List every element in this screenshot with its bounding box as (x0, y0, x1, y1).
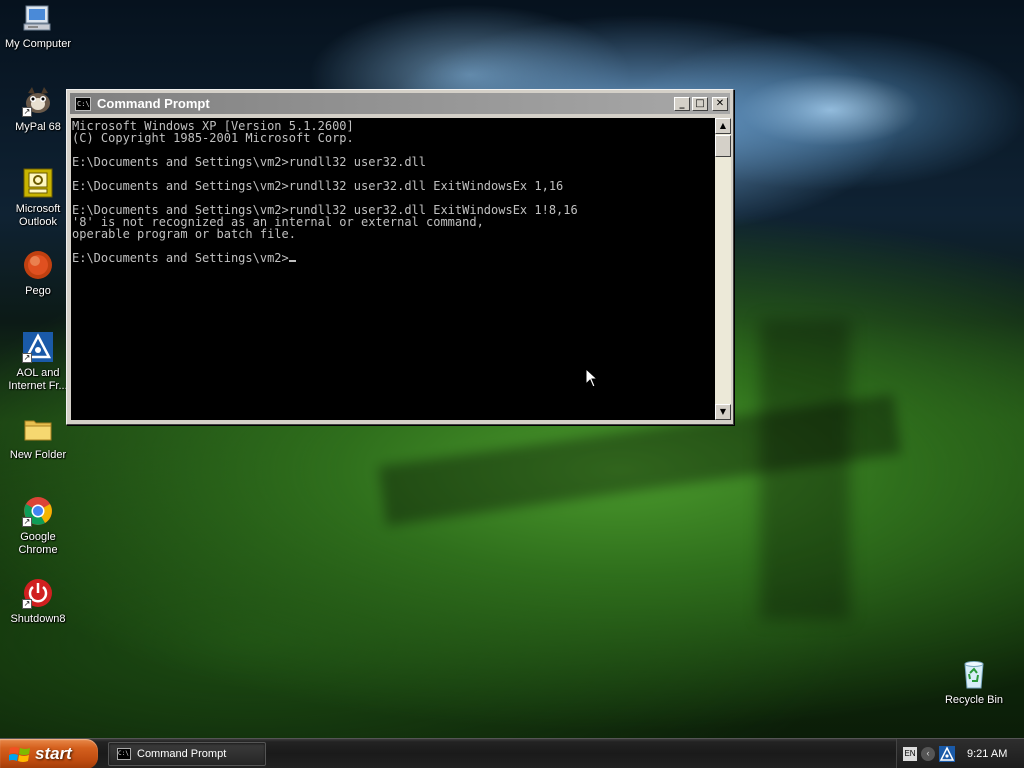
desktop-icon-aol[interactable]: ↗ AOL and Internet Fr... (0, 331, 76, 393)
minimize-button[interactable]: _ (674, 96, 690, 111)
close-button[interactable]: ✕ (712, 96, 728, 111)
window-controls: _ □ ✕ (672, 96, 728, 111)
desktop-icon-mypal[interactable]: ↗ MyPal 68 (0, 85, 76, 134)
recycle-bin-icon (958, 658, 990, 690)
desktop-icon-label: Google Chrome (18, 531, 58, 556)
aol-tray-icon[interactable] (939, 746, 955, 762)
command-prompt-window[interactable]: C:\ Command Prompt _ □ ✕ Microsoft Windo… (66, 89, 734, 425)
power-icon: ↗ (22, 577, 54, 609)
console-line: E:\Documents and Settings\vm2>rundll32 u… (72, 179, 564, 193)
cmd-icon: C:\ (117, 748, 131, 760)
console-line: operable program or batch file. (72, 227, 296, 241)
desktop-icon-label: MyPal 68 (15, 121, 61, 133)
scroll-down-button[interactable]: ▼ (715, 404, 731, 420)
desktop-icon-outlook[interactable]: Microsoft Outlook (0, 167, 76, 229)
desktop-icon-label: Microsoft Outlook (15, 203, 61, 228)
desktop-icon-label: My Computer (4, 38, 72, 50)
aol-icon: ↗ (22, 331, 54, 363)
wallpaper-shadow (760, 320, 850, 620)
shortcut-arrow-icon: ↗ (22, 353, 32, 363)
text-cursor (288, 260, 296, 262)
window-titlebar[interactable]: C:\ Command Prompt _ □ ✕ (70, 93, 730, 114)
chrome-icon: ↗ (22, 495, 54, 527)
outlook-icon (22, 167, 54, 199)
shortcut-arrow-icon: ↗ (22, 517, 32, 527)
desktop-icon-pego[interactable]: Pego (0, 249, 76, 298)
mouse-pointer-icon (586, 369, 598, 388)
console-output[interactable]: Microsoft Windows XP [Version 5.1.2600] … (71, 118, 715, 420)
shortcut-arrow-icon: ↗ (22, 107, 32, 117)
desktop-icon-label: Shutdown8 (10, 613, 66, 625)
vertical-scrollbar[interactable]: ▲ ▼ (715, 118, 731, 420)
taskbar: start C:\ Command Prompt EN ‹ 9:21 AM (0, 738, 1024, 768)
my-computer-icon (22, 2, 54, 34)
taskbar-button-label: Command Prompt (137, 748, 227, 760)
system-tray: EN ‹ 9:21 AM (896, 739, 1024, 768)
desktop-icon-label: AOL and Internet Fr... (8, 367, 68, 392)
start-button[interactable]: start (0, 739, 98, 768)
folder-icon (22, 413, 54, 445)
desktop-icon-label: New Folder (9, 449, 67, 461)
console-line: (C) Copyright 1985-2001 Microsoft Corp. (72, 131, 354, 145)
windows-flag-icon (9, 747, 30, 762)
desktop-icon-chrome[interactable]: ↗ Google Chrome (0, 495, 76, 557)
prompt-text: E:\Documents and Settings\vm2> (72, 251, 289, 265)
desktop-icon-new-folder[interactable]: New Folder (0, 413, 76, 462)
start-label: start (35, 744, 72, 763)
scroll-up-button[interactable]: ▲ (715, 118, 731, 134)
console-line: E:\Documents and Settings\vm2>rundll32 u… (72, 155, 427, 169)
desktop-icon-shutdown8[interactable]: ↗ Shutdown8 (0, 577, 76, 626)
window-title: Command Prompt (97, 96, 210, 111)
cmd-icon[interactable]: C:\ (75, 96, 91, 111)
shortcut-arrow-icon: ↗ (22, 599, 32, 609)
taskbar-button-command-prompt[interactable]: C:\ Command Prompt (108, 742, 266, 766)
desktop-icon-my-computer[interactable]: My Computer (0, 2, 76, 51)
language-indicator[interactable]: EN (903, 747, 917, 761)
scroll-thumb[interactable] (715, 135, 731, 157)
clock[interactable]: 9:21 AM (967, 748, 1007, 760)
prompt-line[interactable]: E:\Documents and Settings\vm2> (72, 252, 715, 264)
mypal-icon: ↗ (22, 85, 54, 117)
maximize-button[interactable]: □ (692, 96, 708, 111)
pego-icon (22, 249, 54, 281)
desktop-icon-label: Recycle Bin (944, 694, 1004, 706)
desktop-icon-label: Pego (25, 285, 51, 297)
show-hidden-icons-button[interactable]: ‹ (921, 747, 935, 761)
desktop-icon-recycle-bin[interactable]: Recycle Bin (936, 658, 1012, 707)
